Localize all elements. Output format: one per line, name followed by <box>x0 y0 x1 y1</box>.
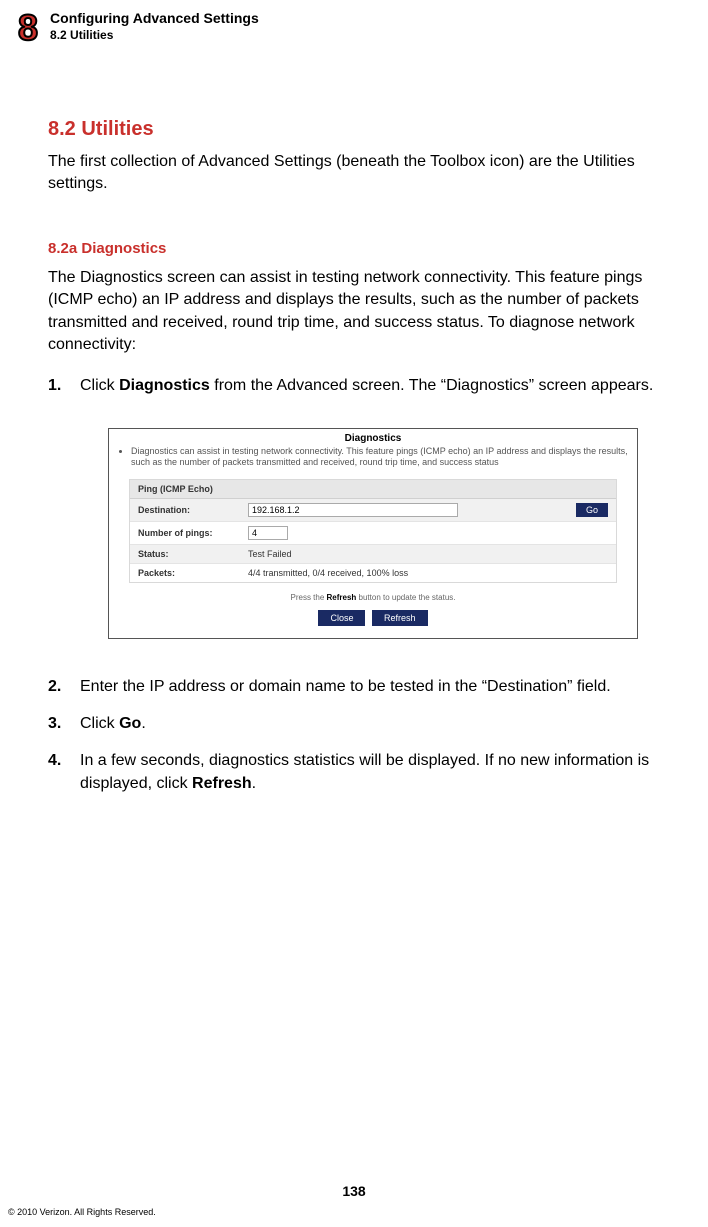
step-body: Click Diagnostics from the Advanced scre… <box>80 374 653 397</box>
status-value: Test Failed <box>248 549 608 559</box>
step-1: 1. Click Diagnostics from the Advanced s… <box>48 374 660 397</box>
page-header: 8 Configuring Advanced Settings 8.2 Util… <box>18 10 690 46</box>
section-title: 8.2 Utilities <box>48 118 660 141</box>
step-number: 4. <box>48 749 68 795</box>
screenshot-title: Diagnostics <box>115 433 631 444</box>
step-4: 4. In a few seconds, diagnostics statist… <box>48 749 660 795</box>
header-line-1: Configuring Advanced Settings <box>50 10 259 26</box>
page-number: 138 <box>0 1183 708 1199</box>
header-text: Configuring Advanced Settings 8.2 Utilit… <box>50 10 259 42</box>
ping-panel: Ping (ICMP Echo) Destination: Go Number … <box>129 479 617 583</box>
step-bold: Diagnostics <box>119 377 210 394</box>
step-text: from the Advanced screen. The “Diagnosti… <box>210 377 653 394</box>
packets-row: Packets: 4/4 transmitted, 0/4 received, … <box>130 564 616 582</box>
destination-row: Destination: Go <box>130 499 616 522</box>
note-text: button to update the status. <box>356 593 455 602</box>
destination-label: Destination: <box>138 505 248 515</box>
note-text: Press the <box>291 593 327 602</box>
steps-list: 1. Click Diagnostics from the Advanced s… <box>48 374 660 397</box>
step-body: Enter the IP address or domain name to b… <box>80 675 611 698</box>
note-bold: Refresh <box>327 593 357 602</box>
button-row: Close Refresh <box>115 610 631 626</box>
chapter-number: 8 <box>18 10 38 46</box>
pings-row: Number of pings: <box>130 522 616 545</box>
section-intro: The first collection of Advanced Setting… <box>48 151 660 196</box>
copyright: © 2010 Verizon. All Rights Reserved. <box>8 1207 156 1217</box>
step-text: . <box>141 715 145 732</box>
step-number: 3. <box>48 712 68 735</box>
step-text: Click <box>80 715 119 732</box>
status-label: Status: <box>138 549 248 559</box>
steps-list-cont: 2. Enter the IP address or domain name t… <box>48 675 660 796</box>
subsection-intro: The Diagnostics screen can assist in tes… <box>48 267 660 357</box>
header-line-2: 8.2 Utilities <box>50 28 259 42</box>
go-button[interactable]: Go <box>576 503 608 517</box>
pings-label: Number of pings: <box>138 528 248 538</box>
pings-input[interactable] <box>248 526 288 540</box>
step-text: In a few seconds, diagnostics statistics… <box>80 752 649 792</box>
step-bold: Refresh <box>192 775 252 792</box>
refresh-button[interactable]: Refresh <box>372 610 428 626</box>
step-body: In a few seconds, diagnostics statistics… <box>80 749 660 795</box>
step-text: . <box>252 775 256 792</box>
step-number: 1. <box>48 374 68 397</box>
step-bold: Go <box>119 715 141 732</box>
subsection-title: 8.2a Diagnostics <box>48 240 660 257</box>
diagnostics-screenshot: Diagnostics Diagnostics can assist in te… <box>108 428 660 639</box>
step-2: 2. Enter the IP address or domain name t… <box>48 675 660 698</box>
close-button[interactable]: Close <box>318 610 365 626</box>
packets-label: Packets: <box>138 568 248 578</box>
step-3: 3. Click Go. <box>48 712 660 735</box>
packets-value: 4/4 transmitted, 0/4 received, 100% loss <box>248 568 608 578</box>
destination-input[interactable] <box>248 503 458 517</box>
step-body: Click Go. <box>80 712 146 735</box>
step-text: Click <box>80 377 119 394</box>
screenshot-bullet: Diagnostics can assist in testing networ… <box>131 446 631 469</box>
step-number: 2. <box>48 675 68 698</box>
status-row: Status: Test Failed <box>130 545 616 564</box>
refresh-note: Press the Refresh button to update the s… <box>115 593 631 602</box>
panel-header: Ping (ICMP Echo) <box>130 480 616 499</box>
